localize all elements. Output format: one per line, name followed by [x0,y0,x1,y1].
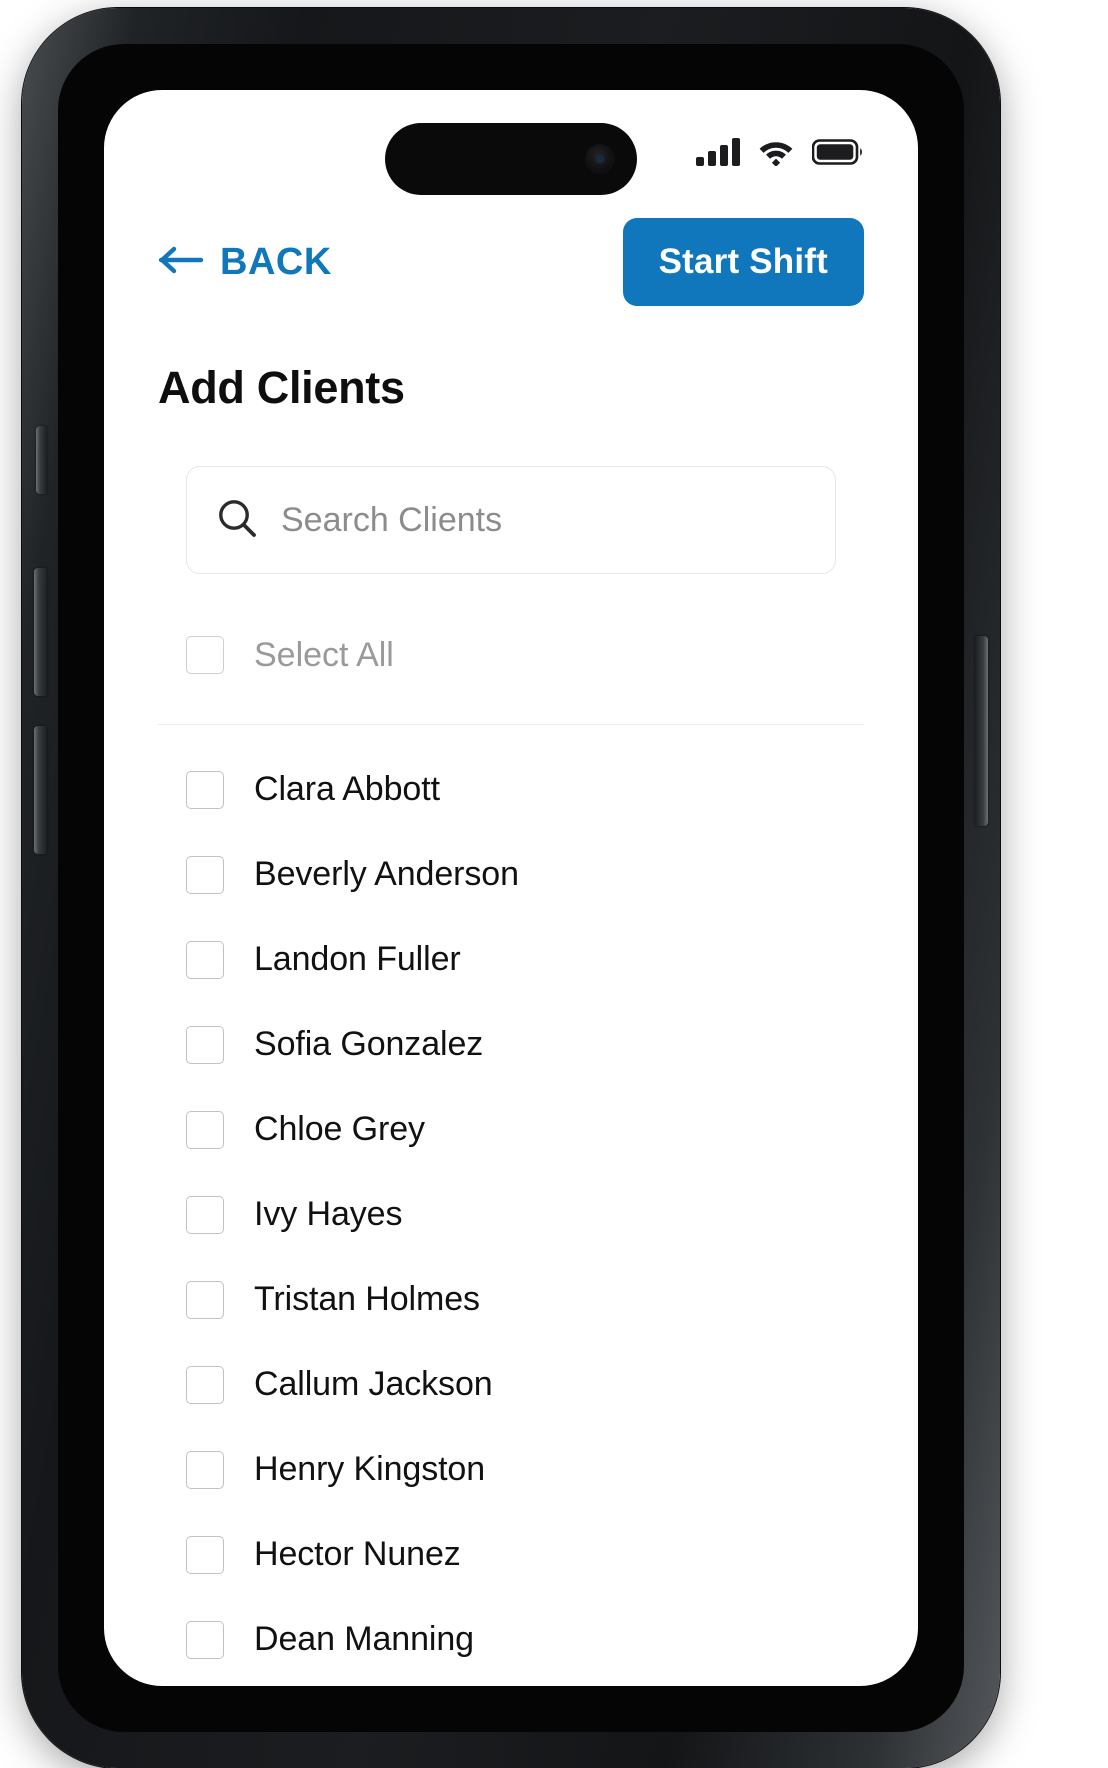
client-row[interactable]: Ivy Hayes [186,1172,836,1257]
client-checkbox[interactable] [186,1535,224,1574]
search-field[interactable] [186,466,836,574]
client-row[interactable]: Henry Kingston [186,1427,836,1512]
client-list: Clara Abbott Beverly Anderson Landon Fulle… [186,747,836,1682]
phone-screen: BACK Start Shift Add Clients Search Clie… [104,90,918,1686]
client-name: Beverly Anderson [254,855,519,893]
client-name: Ivy Hayes [254,1195,403,1233]
back-button[interactable]: BACK [158,241,332,284]
client-row[interactable]: Beverly Anderson [186,832,836,917]
client-row[interactable]: Tristan Holmes [186,1257,836,1342]
client-name: Chloe Grey [254,1110,425,1148]
client-name: Callum Jackson [254,1365,493,1403]
mute-switch-button[interactable] [36,426,47,494]
client-checkbox[interactable] [186,1620,224,1659]
app-content: BACK Start Shift Add Clients Search Clie… [104,90,918,1686]
client-row[interactable]: Landon Fuller [186,917,836,1002]
client-name: Hector Nunez [254,1535,461,1573]
phone-bezel: BACK Start Shift Add Clients Search Clie… [58,44,964,1732]
start-shift-button[interactable]: Start Shift [622,218,864,306]
client-row[interactable]: Hector Nunez [186,1512,836,1597]
client-row[interactable]: Dean Manning [186,1597,836,1682]
volume-down-button[interactable] [34,726,47,854]
client-checkbox[interactable] [186,1110,224,1149]
client-checkbox[interactable] [186,1025,224,1064]
top-navigation-bar: BACK Start Shift [158,218,864,306]
select-all-checkbox[interactable] [186,636,224,674]
client-row[interactable]: Sofia Gonzalez [186,1002,836,1087]
list-divider [158,724,864,725]
volume-up-button[interactable] [34,568,47,696]
client-checkbox[interactable] [186,1280,224,1319]
page-title: Add Clients [158,362,405,413]
client-checkbox[interactable] [186,1195,224,1234]
client-checkbox[interactable] [186,855,224,894]
back-button-label: BACK [220,240,332,283]
client-name: Landon Fuller [254,940,461,978]
client-name: Clara Abbott [254,770,440,808]
client-row[interactable]: Callum Jackson [186,1342,836,1427]
select-all-label: Select All [254,635,394,674]
client-row[interactable]: Clara Abbott [186,747,836,832]
client-checkbox[interactable] [186,770,224,809]
client-checkbox[interactable] [186,1365,224,1404]
search-input[interactable] [281,500,807,540]
client-checkbox[interactable] [186,940,224,979]
client-name: Sofia Gonzalez [254,1025,484,1063]
select-all-row[interactable]: Select All [186,620,836,690]
phone-frame: BACK Start Shift Add Clients Search Clie… [22,8,1000,1768]
client-name: Tristan Holmes [254,1280,480,1318]
client-name: Dean Manning [254,1620,474,1658]
client-row[interactable]: Chloe Grey [186,1087,836,1172]
client-name: Henry Kingston [254,1450,486,1488]
arrow-left-icon [158,243,206,282]
search-icon [215,496,259,545]
client-checkbox[interactable] [186,1450,224,1489]
power-button[interactable] [975,636,988,826]
